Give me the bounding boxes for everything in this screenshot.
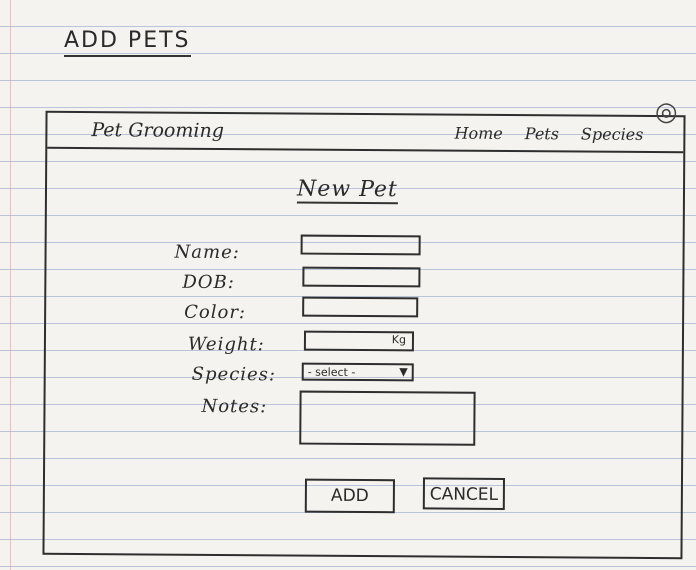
- nav-links: Home Pets Species: [455, 124, 644, 144]
- chevron-down-icon: ▼: [399, 365, 408, 379]
- weight-unit: Kg: [391, 333, 407, 347]
- notes-textarea[interactable]: [299, 390, 476, 446]
- color-label: Color:: [184, 301, 247, 324]
- weight-label: Weight:: [187, 333, 265, 356]
- add-button[interactable]: ADD: [304, 478, 395, 514]
- form-title: New Pet: [296, 176, 398, 205]
- nav-link-home[interactable]: Home: [455, 124, 503, 143]
- species-selected-value: - select -: [307, 365, 356, 379]
- app-window: ◎ Pet Grooming Home Pets Species New Pet…: [42, 97, 686, 560]
- dob-input[interactable]: [302, 266, 421, 288]
- color-input[interactable]: [302, 296, 419, 318]
- species-label: Species:: [191, 363, 277, 386]
- notebook-margin-line: [10, 0, 11, 570]
- name-label: Name:: [174, 241, 240, 264]
- weight-input[interactable]: Kg: [303, 330, 415, 352]
- nav-link-species[interactable]: Species: [581, 125, 644, 144]
- dob-label: DOB:: [182, 271, 235, 294]
- nav-link-pets[interactable]: Pets: [525, 124, 559, 143]
- cancel-button[interactable]: CANCEL: [422, 477, 506, 510]
- name-input[interactable]: [300, 234, 421, 256]
- page-heading: ADD PETS: [64, 28, 191, 57]
- species-select[interactable]: - select - ▼: [301, 362, 414, 382]
- navbar: Pet Grooming Home Pets Species: [47, 112, 684, 154]
- notes-label: Notes:: [201, 395, 268, 418]
- brand-logo[interactable]: Pet Grooming: [91, 119, 224, 142]
